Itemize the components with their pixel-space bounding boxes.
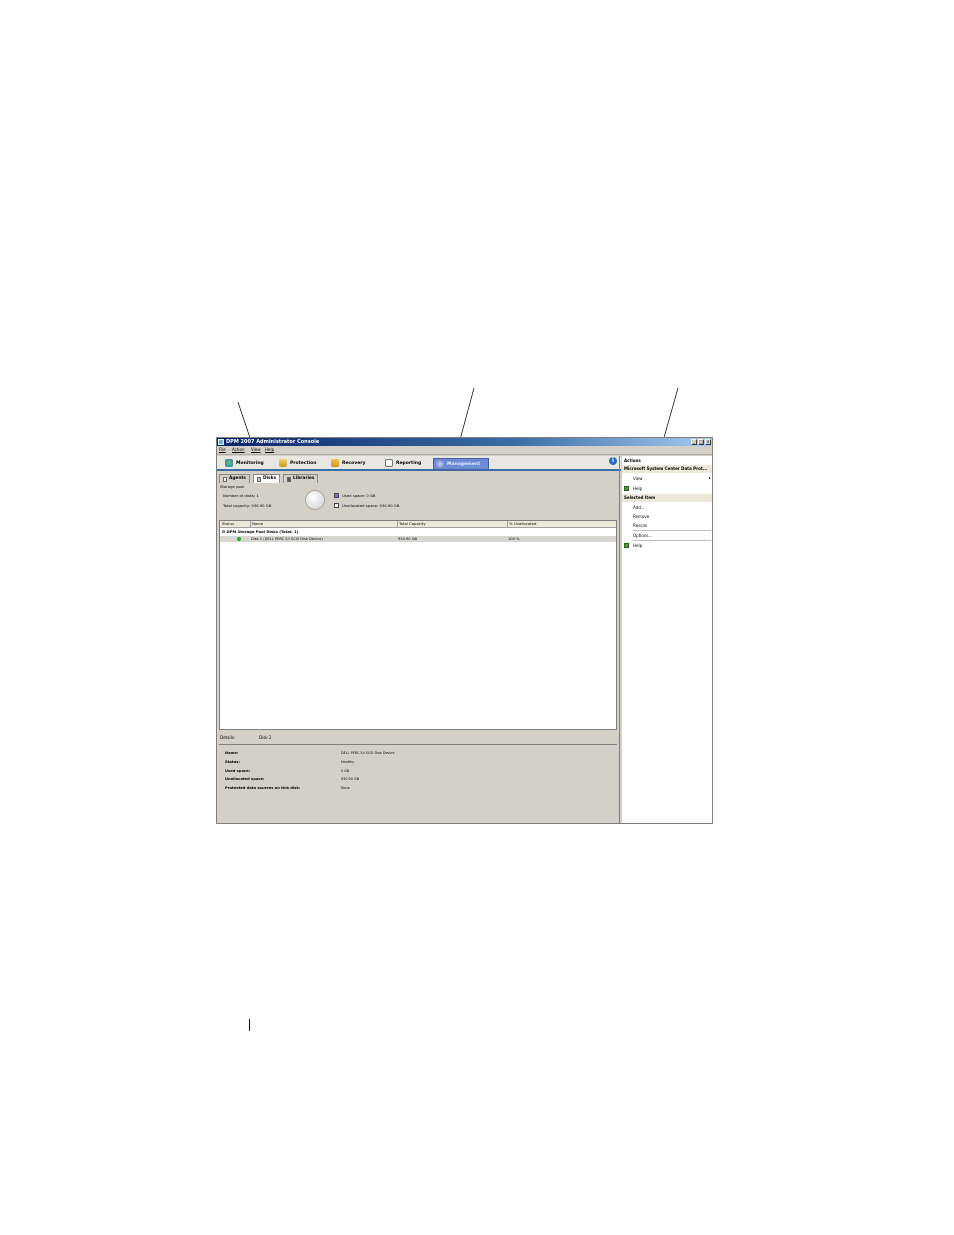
detail-key-protected: Protected data sources on this disk: <box>225 786 301 790</box>
actions-header: Actions <box>622 457 712 465</box>
menu-bar: File Action View Help <box>217 446 712 455</box>
tab-recovery-label: Recovery <box>342 460 366 466</box>
used-space: Used space: 0 GB <box>342 493 376 498</box>
storage-pool-summary: Storage pool Number of disks: 1 Total ca… <box>220 484 617 517</box>
maximize-button[interactable]: □ <box>698 439 704 445</box>
disk-icon <box>257 476 261 482</box>
dpm-console-window: DPM 2007 Administrator Console _ □ × Fil… <box>216 437 713 824</box>
details-bar: Details: Disk 2 <box>219 734 617 742</box>
management-subtabs: Agents Disks Libraries <box>219 474 319 483</box>
table-row[interactable]: Disk 2 (DELL PERC 5/i SCSI Disk Device) … <box>220 536 616 542</box>
pane-splitter[interactable] <box>619 456 620 823</box>
healthy-status-icon <box>237 537 241 541</box>
subtab-agents-label: Agents <box>229 476 246 481</box>
action-view[interactable]: View <box>633 476 643 481</box>
action-help-selected[interactable]: Help <box>633 543 642 548</box>
action-options[interactable]: Options... <box>633 533 652 538</box>
shield-icon <box>279 459 287 467</box>
menu-view[interactable]: View <box>251 446 261 454</box>
detail-value-unallocated: 930.90 GB <box>341 777 359 781</box>
col-name[interactable]: Name <box>250 521 263 527</box>
grid-header: Status Name Total Capacity % Unallocated <box>220 521 616 528</box>
window-title: DPM 2007 Administrator Console <box>226 439 320 445</box>
menu-action[interactable]: Action <box>232 446 245 454</box>
actions-divider <box>633 540 711 541</box>
action-rescan[interactable]: Rescan <box>633 523 647 528</box>
tab-protection[interactable]: Protection <box>279 458 316 468</box>
actions-pane: Actions Microsoft System Center Data Pro… <box>622 456 712 823</box>
unallocated-space: Unallocated space: 930.90 GB <box>342 503 400 508</box>
detail-value-name: DELL PERC 5/i SCSI Disk Device <box>341 751 395 755</box>
subtab-libraries-label: Libraries <box>293 476 315 481</box>
submenu-arrow-icon: ▸ <box>708 475 711 480</box>
total-capacity: Total capacity: 930.90 GB <box>223 503 272 508</box>
used-space-swatch <box>334 493 339 498</box>
number-of-disks: Number of disks: 1 <box>223 493 259 498</box>
detail-key-unallocated: Unallocated space: <box>225 777 265 781</box>
action-help[interactable]: Help <box>633 486 642 491</box>
detail-value-protected: None <box>341 786 350 790</box>
detail-key-name: Name: <box>225 751 239 755</box>
tab-management[interactable]: Management <box>433 458 490 470</box>
action-add[interactable]: Add... <box>633 505 645 510</box>
col-status[interactable]: Status <box>221 521 234 527</box>
subtab-libraries[interactable]: Libraries <box>283 474 319 483</box>
unallocated-space-swatch <box>334 503 339 508</box>
actions-section-dpm[interactable]: Microsoft System Center Data Prot... <box>622 465 712 473</box>
col-total-capacity[interactable]: Total Capacity <box>397 521 426 527</box>
tab-protection-label: Protection <box>290 460 317 466</box>
info-icon[interactable]: i <box>609 457 617 465</box>
app-icon <box>218 439 224 445</box>
details-panel: Name: DELL PERC 5/i SCSI Disk Device Sta… <box>219 744 617 823</box>
gear-icon <box>436 460 444 468</box>
disks-grid: Status Name Total Capacity % Unallocated… <box>219 520 617 730</box>
library-icon <box>287 476 292 482</box>
subtab-disks[interactable]: Disks <box>253 474 281 483</box>
tab-management-label: Management <box>447 461 481 467</box>
subtab-agents[interactable]: Agents <box>219 474 250 483</box>
close-button[interactable]: × <box>705 439 711 445</box>
storage-pool-title: Storage pool <box>220 484 245 489</box>
minimize-button[interactable]: _ <box>691 439 697 445</box>
row-unallocated: 100 % <box>508 537 520 541</box>
tab-monitoring[interactable]: Monitoring <box>225 458 264 468</box>
menu-help[interactable]: Help <box>265 446 274 454</box>
action-remove[interactable]: Remove <box>633 514 649 519</box>
tab-reporting[interactable]: Reporting <box>385 458 421 468</box>
actions-section-selected[interactable]: Selected Item <box>622 494 712 502</box>
detail-key-used: Used space: <box>225 769 251 773</box>
storage-pie-chart <box>305 490 325 510</box>
group-row[interactable]: ⊟ DPM Storage Pool Disks (Total: 1) <box>222 529 299 534</box>
help-icon <box>624 543 629 548</box>
detail-value-used: 0 GB <box>341 769 350 773</box>
detail-value-status: Healthy <box>341 760 355 764</box>
recovery-icon <box>331 459 339 467</box>
agents-icon <box>223 476 227 482</box>
report-icon <box>385 459 393 467</box>
actions-divider <box>633 530 711 531</box>
subtab-disks-label: Disks <box>263 476 277 481</box>
row-name: Disk 2 (DELL PERC 5/i SCSI Disk Device) <box>251 537 323 541</box>
detail-key-status: Status: <box>225 760 240 764</box>
details-label: Details: <box>220 735 236 740</box>
page-margin-bar <box>249 1019 250 1031</box>
tab-recovery[interactable]: Recovery <box>331 458 365 468</box>
menu-file[interactable]: File <box>219 446 226 454</box>
col-unallocated[interactable]: % Unallocated <box>507 521 536 527</box>
help-icon <box>624 486 629 491</box>
details-value: Disk 2 <box>259 735 272 740</box>
group-label: DPM Storage Pool Disks (Total: 1) <box>226 529 299 534</box>
title-bar: DPM 2007 Administrator Console _ □ × <box>217 438 712 446</box>
row-capacity: 930.90 GB <box>398 537 417 541</box>
tab-monitoring-label: Monitoring <box>236 460 264 466</box>
navigation-tabs: Monitoring Protection Recovery Reporting… <box>217 456 621 471</box>
tab-reporting-label: Reporting <box>396 460 422 466</box>
monitoring-icon <box>225 459 233 467</box>
